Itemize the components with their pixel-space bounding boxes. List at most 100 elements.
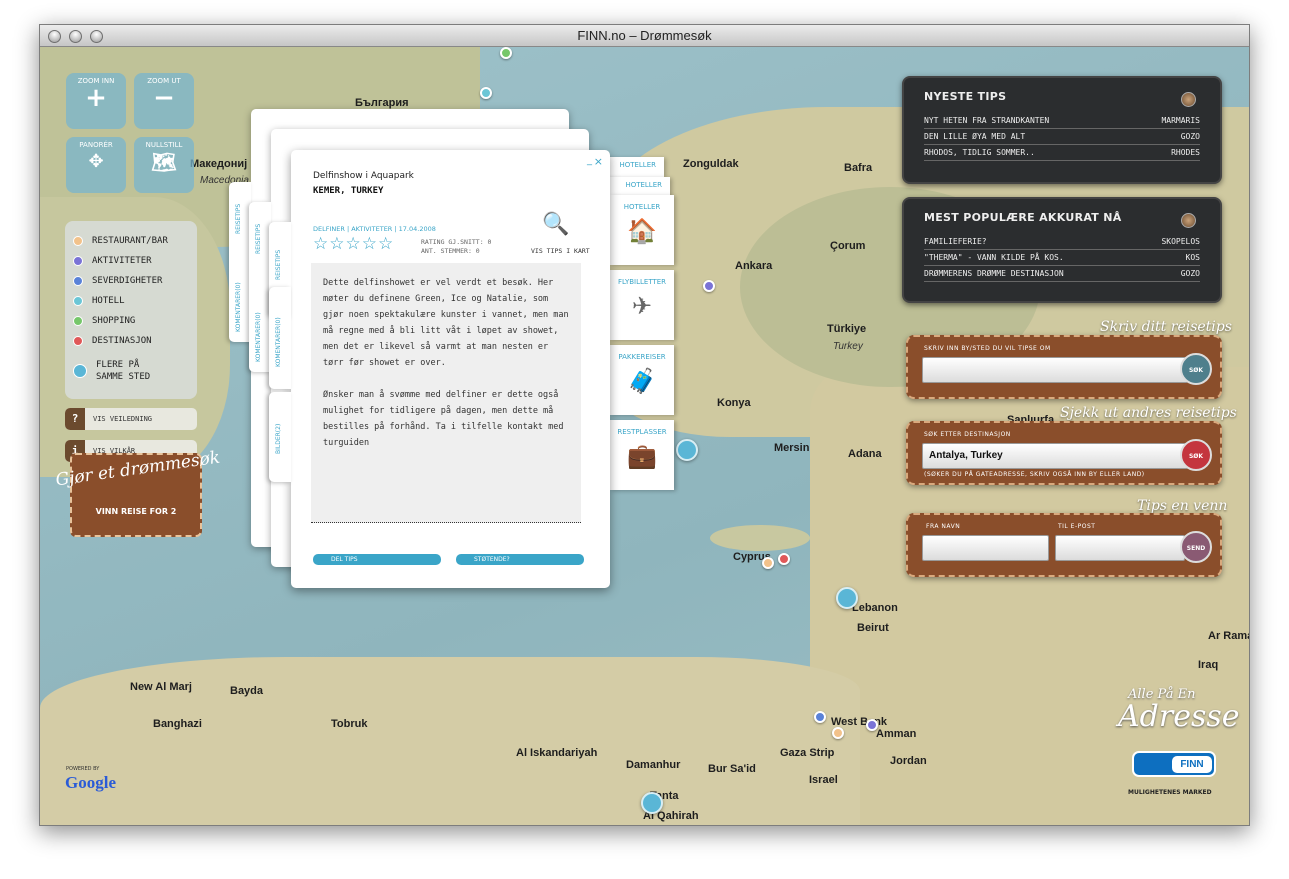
map-canvas[interactable]: БългарияBulgariaМакедонијMacedoniaZongul… xyxy=(40,47,1249,825)
pan-arrows-icon: ✥ xyxy=(88,151,104,172)
map-label: Amman xyxy=(876,728,917,740)
show-guide-label: VIS VEILEDNING xyxy=(93,415,153,423)
map-label: Beirut xyxy=(857,622,889,634)
map-pin[interactable] xyxy=(832,727,844,739)
map-label: Bur Sa'id xyxy=(708,763,756,775)
newest-row[interactable]: RHODOS, TIDLIG SOMMER.. RHODES xyxy=(924,145,1200,161)
zoom-out-button[interactable]: ZOOM UT − xyxy=(134,73,194,129)
popular-row[interactable]: DRØMMERENS DRØMME DESTINASJON GOZO xyxy=(924,266,1200,282)
tab-comments[interactable]: KOMENTARER(0) xyxy=(269,287,291,389)
to-email-input[interactable] xyxy=(1055,535,1185,561)
map-pin[interactable] xyxy=(703,280,715,292)
google-logo[interactable]: Google xyxy=(65,773,116,793)
map-legend: RESTAURANT/BAR AKTIVITETER SEVERDIGHETER HO… xyxy=(65,221,197,399)
map-label: Banghazi xyxy=(153,718,202,730)
map-label: Jordan xyxy=(890,755,927,767)
side-tab-label: RESTPLASSER xyxy=(617,428,667,436)
tab-images[interactable]: BILDER(2) xyxy=(269,392,291,482)
rating-average: RATING GJ.SNITT: 0 xyxy=(421,238,492,246)
side-tab-pakkereiser[interactable]: PAKKEREISER 🧳 xyxy=(610,345,674,415)
map-pin[interactable] xyxy=(480,87,492,99)
vote-count: ANT. STEMMER: 0 xyxy=(421,247,480,255)
side-tab-flybilletter[interactable]: FLYBILLETTER ✈ xyxy=(610,270,674,340)
search-form-script: Sjekk ut andres reisetips xyxy=(1060,405,1237,421)
map-label: Ankara xyxy=(735,260,773,272)
minimize-card-button[interactable]: _ xyxy=(587,155,592,166)
destination-search-button[interactable]: SØK xyxy=(1180,439,1212,471)
plane-icon: ✈ xyxy=(631,292,653,320)
newest-row[interactable]: NYT HETEN FRA STRANDKANTEN MARMARIS xyxy=(924,113,1200,129)
collapse-knob-icon[interactable] xyxy=(1181,92,1196,107)
from-name-input[interactable] xyxy=(922,535,1049,561)
map-label: Lebanon xyxy=(852,602,898,614)
legend-dot-icon xyxy=(73,296,83,306)
show-guide-button[interactable]: ? VIS VEILEDNING xyxy=(65,408,197,430)
map-pin[interactable] xyxy=(762,557,774,569)
map-label: Damanhur xyxy=(626,759,681,771)
legend-dot-icon xyxy=(73,236,83,246)
report-button[interactable]: STØTENDE? xyxy=(456,554,584,565)
map-pin[interactable] xyxy=(866,719,878,731)
powered-by-label: POWERED BY xyxy=(66,766,100,772)
show-on-map-link[interactable]: VIS TIPS I KART xyxy=(531,247,590,255)
map-cluster-pin[interactable] xyxy=(676,439,698,461)
legend-item[interactable]: SEVERDIGHETER xyxy=(73,271,189,291)
house-icon: 🏠 xyxy=(627,217,657,245)
map-pin[interactable] xyxy=(814,711,826,723)
row-place: RHODES xyxy=(1171,148,1200,157)
legend-label: DESTINASJON xyxy=(92,336,152,346)
row-title: FAMILIEFERIE? xyxy=(924,237,987,246)
legend-label: AKTIVITETER xyxy=(92,256,152,266)
minimize-window-button[interactable] xyxy=(69,30,82,43)
promo-cta: VINN REISE FOR 2 xyxy=(95,507,177,516)
popular-row[interactable]: "THERMA" - VANN KILDE PÅ KOS. KOS xyxy=(924,250,1200,266)
world-map-icon: 🗺 xyxy=(151,150,177,174)
map-magnifier-icon[interactable]: 🔍 xyxy=(534,212,578,240)
side-tab-label: FLYBILLETTER xyxy=(617,278,667,286)
map-cluster-pin[interactable] xyxy=(836,587,858,609)
map-label: Tobruk xyxy=(331,718,368,730)
pan-button[interactable]: PANORÉR ✥ xyxy=(66,137,126,193)
share-tip-button[interactable]: DEL TIPS xyxy=(313,554,441,565)
legend-item[interactable]: HOTELL xyxy=(73,291,189,311)
legend-label: RESTAURANT/BAR xyxy=(92,236,168,246)
side-tab-label: PAKKEREISER xyxy=(618,353,666,361)
legend-item[interactable]: RESTAURANT/BAR xyxy=(73,231,189,251)
row-place: GOZO xyxy=(1180,132,1200,141)
reset-button[interactable]: NULLSTILL 🗺 xyxy=(134,137,194,193)
destination-search-input[interactable]: Antalya, Turkey xyxy=(922,443,1188,469)
close-window-button[interactable] xyxy=(48,30,61,43)
tip-location-input[interactable] xyxy=(922,357,1188,383)
from-name-label: FRA NAVN xyxy=(926,523,961,530)
side-tab-restplasser[interactable]: RESTPLASSER 💼 xyxy=(610,420,674,490)
map-label: България xyxy=(355,97,409,109)
card-body: Dette delfinshowet er vel verdt et besøk… xyxy=(311,263,581,523)
popular-row[interactable]: FAMILIEFERIE? SKOPELOS xyxy=(924,234,1200,250)
tip-search-button[interactable]: SØK xyxy=(1180,353,1212,385)
finn-tagline: MULIGHETENES MARKED xyxy=(1128,789,1212,796)
map-label: Turkey xyxy=(833,341,863,352)
close-card-button[interactable]: × xyxy=(594,155,603,168)
rating-stars[interactable]: ☆☆☆☆☆ xyxy=(313,234,394,254)
send-button[interactable]: SEND xyxy=(1180,531,1212,563)
zoom-window-button[interactable] xyxy=(90,30,103,43)
map-label: Adana xyxy=(848,448,882,460)
zoom-in-button[interactable]: ZOOM INN + xyxy=(66,73,126,129)
legend-item[interactable]: DESTINASJON xyxy=(73,331,189,351)
map-pin[interactable] xyxy=(778,553,790,565)
row-title: NYT HETEN FRA STRANDKANTEN xyxy=(924,116,1050,125)
tip-friend-form: FRA NAVN TIL E-POST SEND xyxy=(906,513,1222,577)
legend-item[interactable]: AKTIVITETER xyxy=(73,251,189,271)
collapse-knob-icon[interactable] xyxy=(1181,213,1196,228)
pan-label: PANORÉR xyxy=(79,141,113,149)
legend-label: HOTELL xyxy=(92,296,125,306)
map-cluster-pin[interactable] xyxy=(641,792,663,814)
side-tab-hoteller[interactable]: HOTELLER 🏠 xyxy=(610,195,674,265)
finn-logo[interactable]: FINN xyxy=(1132,751,1216,777)
map-pin[interactable] xyxy=(500,47,512,59)
plus-icon: + xyxy=(85,83,107,113)
map-label: Al Iskandariyah xyxy=(516,747,598,759)
legend-item[interactable]: SHOPPING xyxy=(73,311,189,331)
newest-row[interactable]: DEN LILLE ØYA MED ALT GOZO xyxy=(924,129,1200,145)
row-title: DRØMMERENS DRØMME DESTINASJON xyxy=(924,269,1064,278)
